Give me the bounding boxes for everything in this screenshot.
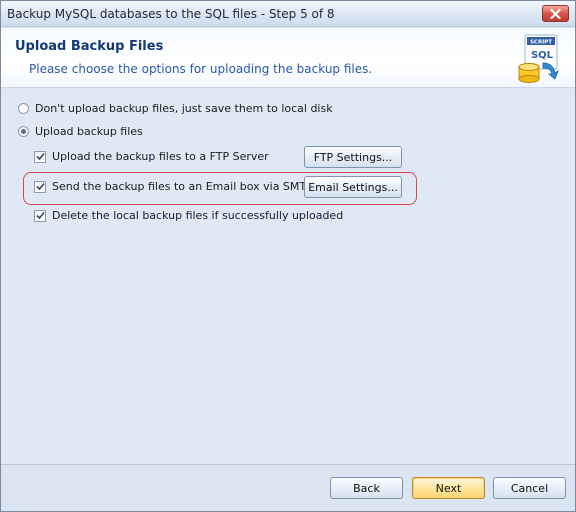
wizard-header: Upload Backup Files Please choose the op… [1,28,575,88]
checkbox-email-box[interactable] [34,180,46,193]
radio-no-upload-circle[interactable] [18,103,29,114]
checkmark-icon [35,211,45,220]
radio-upload-label: Upload backup files [35,125,143,138]
page-subtitle: Please choose the options for uploading … [29,62,373,76]
window-title: Backup MySQL databases to the SQL files … [7,7,335,21]
radio-upload[interactable]: Upload backup files [18,125,143,138]
email-settings-button[interactable]: Email Settings... [304,176,402,198]
wizard-window: Backup MySQL databases to the SQL files … [0,0,576,512]
checkbox-ftp[interactable]: Upload the backup files to a FTP Server [34,150,269,163]
checkbox-ftp-label: Upload the backup files to a FTP Server [52,150,269,163]
checkbox-delete[interactable]: Delete the local backup files if success… [34,209,343,222]
radio-no-upload-label: Don't upload backup files, just save the… [35,102,333,115]
close-icon [550,8,561,19]
checkmark-icon [35,182,45,191]
page-title: Upload Backup Files [15,39,164,54]
checkbox-delete-label: Delete the local backup files if success… [52,209,344,222]
logo-script-text: SCRIPT [530,40,552,46]
back-button[interactable]: Back [330,477,403,499]
checkbox-delete-box[interactable] [34,209,46,222]
wizard-footer: Back Next Cancel [1,464,575,511]
close-button[interactable] [542,5,569,22]
title-bar: Backup MySQL databases to the SQL files … [1,1,575,27]
ftp-settings-button[interactable]: FTP Settings... [304,146,402,168]
checkmark-icon [35,152,45,161]
next-button[interactable]: Next [412,477,485,499]
sql-script-logo-icon: SCRIPT SQL [518,34,559,83]
checkbox-ftp-box[interactable] [34,150,46,163]
logo-sql-text: SQL [531,50,554,61]
radio-no-upload[interactable]: Don't upload backup files, just save the… [18,102,333,115]
wizard-content: Don't upload backup files, just save the… [1,89,575,464]
checkbox-email[interactable]: Send the backup files to an Email box vi… [34,180,313,193]
radio-upload-circle[interactable] [18,126,29,137]
cancel-button[interactable]: Cancel [493,477,566,499]
checkbox-email-label: Send the backup files to an Email box vi… [52,180,313,193]
